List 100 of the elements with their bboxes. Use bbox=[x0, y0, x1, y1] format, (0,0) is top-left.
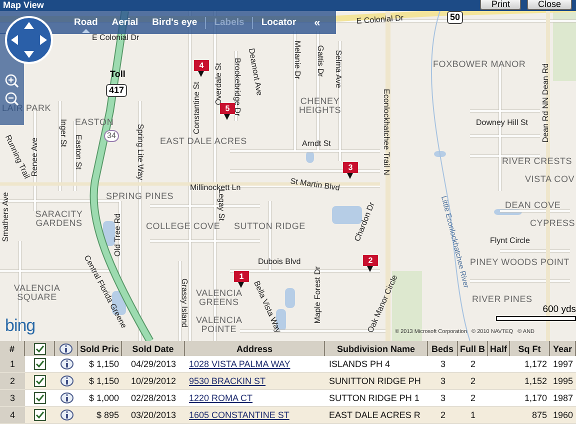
table-cell: 10/29/2012 bbox=[122, 373, 185, 390]
info-icon[interactable] bbox=[60, 392, 74, 404]
table-cell: $ 895 bbox=[78, 407, 122, 424]
column-header[interactable]: Year bbox=[550, 341, 576, 356]
window-button[interactable]: Print bbox=[480, 0, 521, 10]
checkbox[interactable] bbox=[34, 358, 46, 370]
toll-label: Toll bbox=[110, 70, 126, 79]
place-label: SPRING PINES bbox=[106, 192, 174, 201]
place-label: EAST DALE ACRES bbox=[160, 137, 247, 146]
highway-shield: 417 bbox=[106, 84, 128, 97]
place-label: VISTA COV bbox=[525, 175, 575, 184]
place-label: PINEY WOODS POINT bbox=[470, 258, 570, 267]
row-number: 1 bbox=[0, 356, 25, 373]
map-tab[interactable]: Aerial bbox=[106, 15, 144, 30]
map-pin[interactable]: 3 bbox=[343, 162, 358, 179]
row-number: 4 bbox=[0, 407, 25, 424]
street-label: Selma Ave bbox=[334, 50, 342, 88]
street-label: Overdale St bbox=[215, 62, 223, 106]
table-cell: 2 bbox=[428, 407, 458, 424]
street-label: Spring Lite Way bbox=[136, 124, 144, 180]
street-label: Deamont Ave bbox=[246, 48, 264, 96]
scale-label: 600 yds bbox=[542, 305, 576, 314]
column-header[interactable]: Sold Date bbox=[122, 341, 185, 356]
street-label: Maple Forest Dr bbox=[314, 266, 322, 324]
zoom-out-icon[interactable] bbox=[5, 92, 19, 106]
highway-shield: 50 bbox=[447, 11, 464, 24]
street-label: Grassy Island bbox=[180, 278, 188, 328]
collapse-button[interactable]: « bbox=[312, 16, 322, 28]
place-label: DEAN COVE bbox=[505, 201, 561, 210]
pan-control-icon[interactable] bbox=[5, 16, 53, 64]
map-pin[interactable]: 5 bbox=[220, 103, 235, 120]
highway-shield: 34 bbox=[104, 130, 119, 142]
address-link[interactable]: 1220 ROMA CT bbox=[189, 393, 253, 403]
street-label: Melanie Dr bbox=[293, 40, 301, 80]
column-header[interactable]: Sq Ft bbox=[510, 341, 550, 356]
info-icon[interactable] bbox=[60, 375, 74, 387]
street-label: E Colonial Dr bbox=[356, 14, 404, 26]
street-label: Econlockhatchee Trail N bbox=[382, 88, 390, 176]
street-label: St Martin Blvd bbox=[290, 178, 340, 192]
row-number: 3 bbox=[0, 390, 25, 407]
street-label: Dubois Blvd bbox=[258, 258, 301, 266]
table-cell: $ 1,150 bbox=[78, 373, 122, 390]
place-label: VALENCIA GREENS bbox=[196, 289, 242, 307]
map-tab[interactable]: Locator bbox=[255, 15, 302, 30]
column-header[interactable]: Half bbox=[488, 341, 510, 356]
street-label: Dean Rd NN Dean Rd bbox=[542, 63, 550, 143]
place-label: COLLEGE COVE bbox=[146, 222, 220, 231]
table-cell: 1 bbox=[458, 407, 488, 424]
street-label: Legay St bbox=[217, 189, 225, 221]
place-label: VALENCIA SQUARE bbox=[12, 284, 62, 302]
column-header[interactable]: Subdivision Name bbox=[325, 341, 428, 356]
place-label: SUTTON RIDGE bbox=[234, 222, 306, 231]
table-cell: 875 bbox=[510, 407, 550, 424]
address-link[interactable]: 1028 VISTA PALMA WAY bbox=[189, 359, 290, 369]
map-logo: bing bbox=[5, 316, 36, 336]
window-button[interactable]: Close bbox=[526, 0, 572, 10]
place-label: RIVER CRESTS bbox=[502, 157, 572, 166]
table-cell: SUNITTON RIDGE PH bbox=[325, 373, 428, 390]
street-label: Bella Vista Way bbox=[252, 280, 282, 334]
street-label: Smathers Ave bbox=[2, 192, 10, 242]
info-icon[interactable] bbox=[60, 358, 74, 370]
place-label: VALENCIA POINTE bbox=[196, 316, 242, 334]
table-cell: 2 bbox=[458, 373, 488, 390]
table-cell: 1960 bbox=[550, 407, 576, 424]
place-label: CYPRESS bbox=[530, 219, 576, 228]
row-number: 2 bbox=[0, 373, 25, 390]
place-label: SARACITY GARDENS bbox=[34, 210, 84, 228]
window-title: Map View bbox=[3, 0, 44, 11]
column-header[interactable]: Address bbox=[185, 341, 325, 356]
checkbox[interactable] bbox=[34, 342, 46, 354]
street-label: Constantine St bbox=[193, 82, 201, 134]
column-header[interactable]: # bbox=[0, 341, 25, 356]
street-label: Downey Hill St bbox=[476, 119, 528, 127]
street-label: Gattis Dr bbox=[316, 45, 324, 77]
info-icon[interactable] bbox=[60, 409, 74, 421]
column-header[interactable]: Beds bbox=[428, 341, 458, 356]
checkbox[interactable] bbox=[34, 392, 46, 404]
street-label: Renee Ave bbox=[31, 138, 39, 176]
checkbox[interactable] bbox=[34, 409, 46, 421]
street-label: Arndt St bbox=[302, 140, 331, 148]
map-pin[interactable]: 4 bbox=[194, 60, 209, 77]
checkbox[interactable] bbox=[34, 375, 46, 387]
zoom-in-icon[interactable] bbox=[5, 74, 19, 88]
map-tab[interactable]: Road bbox=[68, 15, 104, 30]
street-label: Inger St bbox=[59, 119, 67, 147]
table-cell: EAST DALE ACRES R bbox=[325, 407, 428, 424]
table-cell: 3 bbox=[428, 373, 458, 390]
place-label: FOXBOWER MANOR bbox=[433, 60, 526, 69]
map-pin[interactable]: 1 bbox=[234, 271, 249, 288]
table-cell: 1,152 bbox=[510, 373, 550, 390]
column-header[interactable]: Full B bbox=[458, 341, 488, 356]
table-cell: 1995 bbox=[550, 373, 576, 390]
table-cell: 03/20/2013 bbox=[122, 407, 185, 424]
street-label: Brookebridge Dr bbox=[233, 58, 241, 116]
street-label: Flynt Circle bbox=[490, 237, 530, 245]
column-header[interactable]: Sold Pric bbox=[78, 341, 122, 356]
map-pin[interactable]: 2 bbox=[363, 255, 378, 272]
map-tab[interactable]: Bird's eye bbox=[146, 15, 204, 30]
street-label: Old Tree Rd bbox=[114, 213, 122, 257]
info-icon[interactable] bbox=[59, 342, 73, 354]
